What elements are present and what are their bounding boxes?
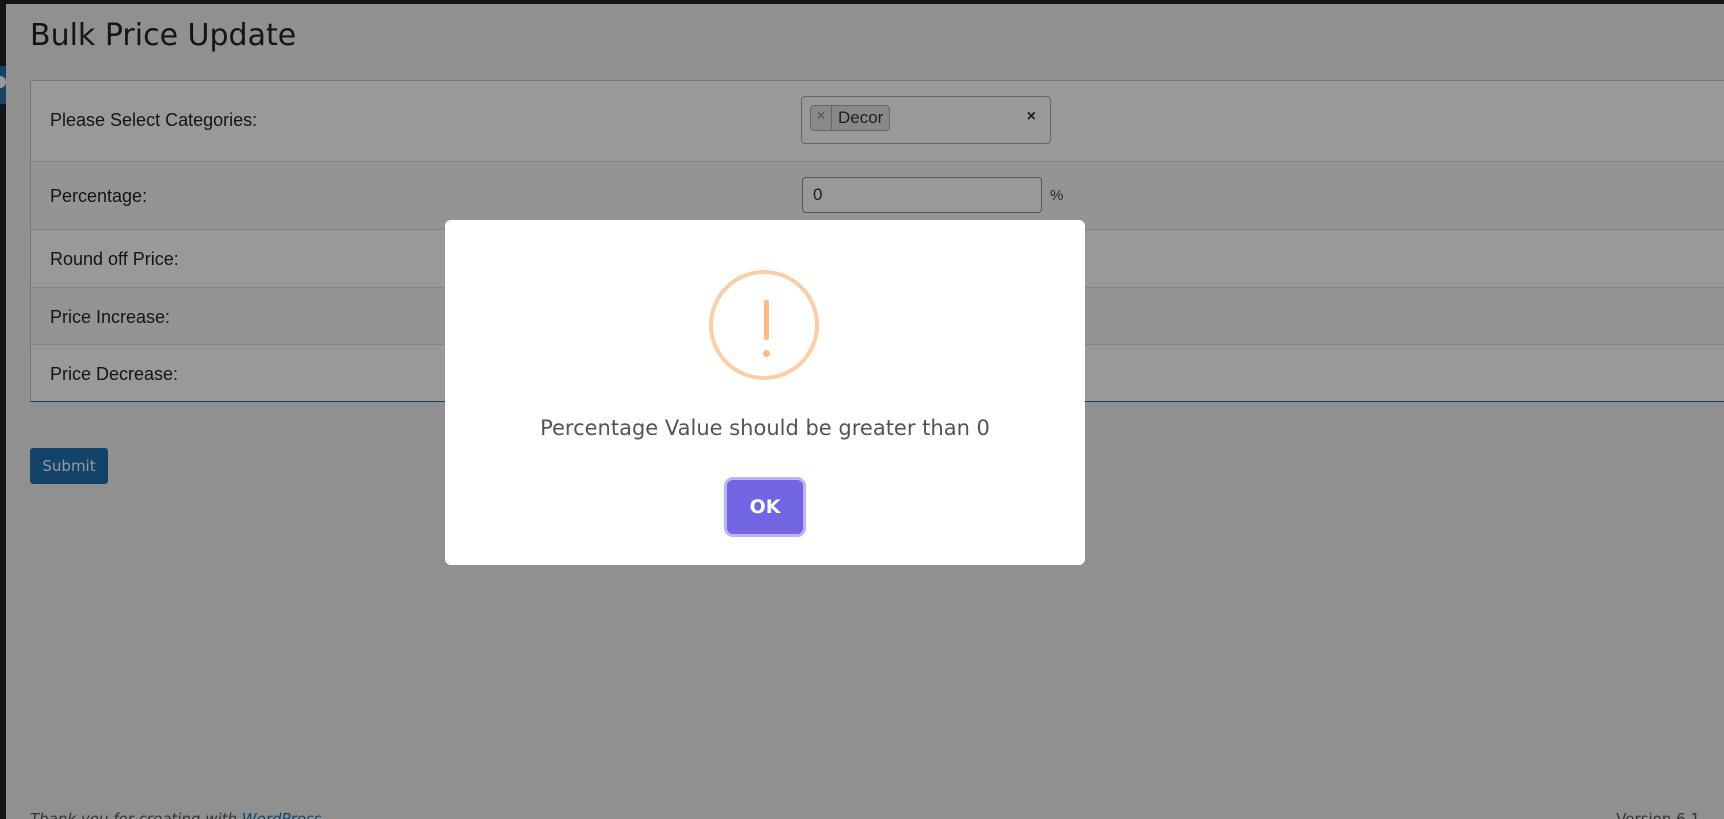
- alert-dialog: Percentage Value should be greater than …: [445, 220, 1085, 565]
- warning-bar: [764, 300, 769, 340]
- warning-icon: [709, 270, 819, 380]
- warning-dot: [763, 350, 770, 357]
- dialog-message: Percentage Value should be greater than …: [540, 416, 990, 440]
- ok-button[interactable]: OK: [727, 480, 803, 534]
